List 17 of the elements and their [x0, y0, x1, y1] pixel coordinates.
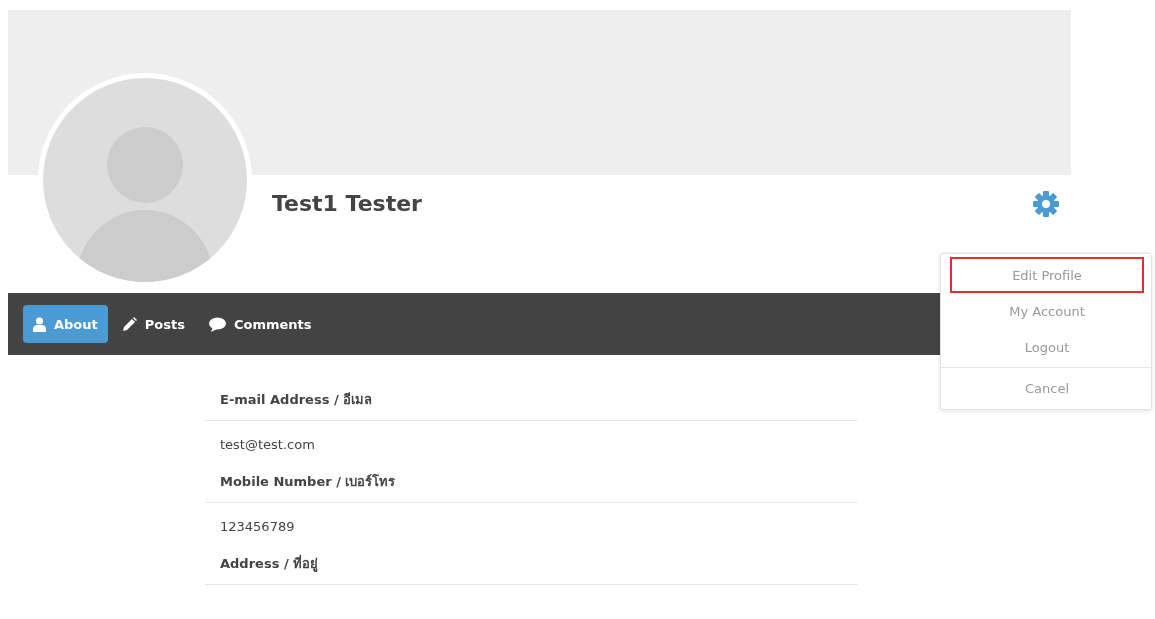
menu-item[interactable]: Cancel	[950, 370, 1144, 406]
pencil-icon	[121, 316, 137, 332]
menu-item[interactable]: Edit Profile	[950, 257, 1144, 293]
speech-bubble-icon	[208, 316, 226, 332]
profile-name: Test1 Tester	[272, 191, 422, 216]
settings-icon[interactable]	[1033, 191, 1059, 217]
menu-item[interactable]: My Account	[950, 293, 1144, 329]
menu-item[interactable]: Logout	[950, 329, 1144, 365]
tab[interactable]: Comments	[198, 305, 322, 343]
field-label: E-mail Address / อีเมล	[205, 381, 858, 421]
field-label: Address / ที่อยู่	[205, 545, 858, 585]
field-value: 123456789	[219, 518, 296, 536]
field-value: test@test.com	[219, 436, 316, 454]
tab[interactable]: Posts	[111, 305, 195, 343]
field-label: Mobile Number / เบอร์โทร	[205, 463, 858, 503]
user-icon	[33, 316, 46, 332]
tab[interactable]: About	[23, 305, 108, 343]
